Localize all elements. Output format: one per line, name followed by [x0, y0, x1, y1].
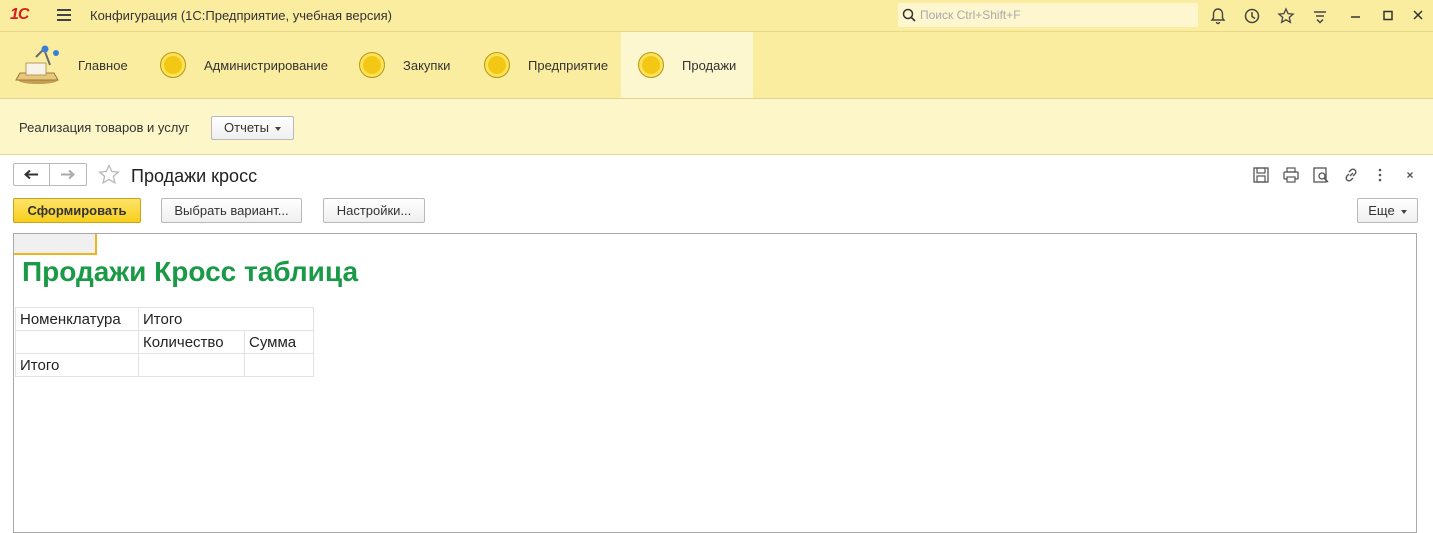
favorites-star-icon[interactable] — [1276, 6, 1296, 26]
favorite-star-icon[interactable] — [97, 163, 121, 187]
section-coin-icon — [484, 52, 510, 78]
section-label: Закупки — [403, 57, 451, 73]
section-coin-icon — [638, 52, 664, 78]
search-box[interactable] — [898, 3, 1198, 27]
sales-invoices-link[interactable]: Реализация товаров и услуг — [19, 120, 190, 135]
print-icon[interactable] — [1282, 166, 1300, 184]
print-preview-icon[interactable] — [1312, 166, 1330, 184]
back-button[interactable] — [13, 163, 50, 186]
select-variant-button[interactable]: Выбрать вариант... — [161, 198, 302, 223]
arrow-right-icon — [61, 169, 76, 180]
search-icon — [902, 8, 916, 22]
section-coin-icon — [160, 52, 186, 78]
bell-icon[interactable] — [1208, 6, 1228, 26]
table-cell[interactable] — [15, 330, 139, 354]
chevron-down-icon — [274, 126, 281, 131]
more-button-label: Еще — [1368, 203, 1395, 218]
window-title: Конфигурация (1С:Предприятие, учебная ве… — [90, 8, 392, 23]
link-icon[interactable] — [1342, 166, 1360, 184]
save-icon[interactable] — [1252, 166, 1270, 184]
table-row: Номенклатура Итого — [15, 307, 314, 331]
reports-button-label: Отчеты — [224, 120, 269, 135]
section-label: Главное — [78, 57, 128, 73]
forward-button[interactable] — [50, 163, 87, 186]
section-purchases[interactable]: Закупки — [359, 32, 450, 98]
report-spreadsheet[interactable]: Продажи Кросс таблица Номенклатура Итого… — [13, 233, 1417, 533]
table-cell[interactable] — [244, 353, 314, 377]
section-label: Продажи — [682, 57, 737, 73]
header-cell[interactable]: Сумма — [244, 330, 314, 354]
settings-menu-icon[interactable] — [1310, 6, 1330, 26]
close-form-icon[interactable] — [1401, 166, 1419, 184]
section-enterprise[interactable]: Предприятие — [484, 32, 608, 98]
section-label: Администрирование — [204, 57, 328, 73]
section-main[interactable]: Главное — [14, 32, 154, 98]
page-title: Продажи кросс — [131, 166, 258, 186]
chevron-down-icon — [1400, 209, 1407, 214]
table-row: Итого — [15, 353, 314, 377]
cross-table: Номенклатура Итого Количество Сумма Итог… — [15, 307, 314, 377]
header-cell[interactable]: Количество — [138, 330, 245, 354]
table-row: Количество Сумма — [15, 330, 314, 354]
minimize-icon[interactable] — [1346, 6, 1366, 26]
more-button[interactable]: Еще — [1357, 198, 1418, 223]
section-administration[interactable]: Администрирование — [160, 32, 328, 98]
close-window-icon[interactable] — [1408, 6, 1428, 26]
reports-button[interactable]: Отчеты — [211, 116, 294, 140]
search-input[interactable] — [920, 6, 1190, 24]
arrow-left-icon — [23, 169, 38, 180]
header-cell[interactable]: Итого — [138, 307, 314, 331]
generate-button[interactable]: Сформировать — [13, 198, 141, 223]
table-cell[interactable] — [138, 353, 245, 377]
main-menu-icon[interactable] — [57, 9, 71, 21]
home-desk-icon — [15, 45, 59, 84]
header-cell[interactable]: Номенклатура — [15, 307, 139, 331]
selected-cell[interactable] — [14, 234, 97, 255]
settings-button[interactable]: Настройки... — [323, 198, 425, 223]
maximize-icon[interactable] — [1378, 6, 1398, 26]
app-logo: 1С — [10, 6, 29, 23]
section-command-bar: Реализация товаров и услуг Отчеты — [0, 99, 1433, 155]
total-label-cell[interactable]: Итого — [15, 353, 139, 377]
section-coin-icon — [359, 52, 385, 78]
title-bar: 1С Конфигурация (1С:Предприятие, учебная… — [0, 0, 1433, 32]
report-title: Продажи Кросс таблица — [22, 256, 359, 287]
more-actions-icon[interactable] — [1371, 166, 1389, 184]
sections-panel: Главное Администрирование Закупки Предпр… — [0, 32, 1433, 99]
history-icon[interactable] — [1242, 6, 1262, 26]
section-sales[interactable]: Продажи — [621, 32, 753, 98]
section-label: Предприятие — [528, 57, 609, 73]
